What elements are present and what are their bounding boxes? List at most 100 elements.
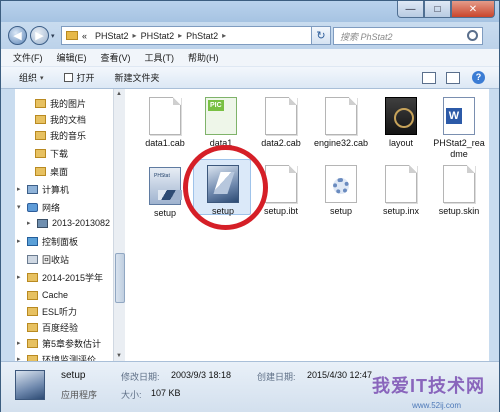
file-list: data1.cab PIC data1 data2.cab engine32.c… [127, 89, 489, 361]
nav-item-chapter5[interactable]: ▸ 第5章参数估计 [15, 335, 127, 351]
nav-item-network[interactable]: ▾ 网络 [15, 199, 127, 215]
back-button[interactable]: ◀ [8, 26, 27, 45]
preview-pane-icon[interactable] [446, 71, 460, 84]
folder-icon [35, 98, 46, 108]
breadcrumb-item[interactable]: PhStat2 [186, 31, 218, 41]
file-icon [265, 97, 297, 135]
layout-icon [385, 97, 417, 135]
expand-icon[interactable]: ▸ [27, 219, 35, 227]
breadcrumb-item[interactable]: PHStat2 [141, 31, 175, 41]
nav-item-label: 第5章参数估计 [42, 338, 102, 349]
breadcrumb-overflow[interactable]: « [82, 31, 87, 41]
expand-icon[interactable]: ▸ [17, 273, 25, 281]
nav-item-my-documents[interactable]: 我的文档 [15, 111, 127, 127]
window-controls: — □ ✕ [397, 1, 495, 18]
search-icon[interactable] [467, 30, 478, 41]
setup-app-icon [15, 370, 45, 400]
setup-image-icon [149, 167, 182, 205]
organize-label: 组织 [19, 73, 38, 83]
scroll-down-icon[interactable]: ▼ [116, 353, 122, 359]
title-bar: — □ ✕ [1, 1, 499, 22]
detail-size-label: 大小: [121, 390, 142, 400]
file-item[interactable]: layout [371, 97, 431, 149]
pc-icon [37, 218, 48, 228]
minimize-button[interactable]: — [397, 1, 424, 18]
close-button[interactable]: ✕ [451, 1, 495, 18]
nav-item-label: 2013-2013082 [52, 218, 111, 228]
nav-item-folder-2014[interactable]: ▸ 2014-2015学年 [15, 269, 127, 285]
search-input[interactable]: 搜索 PhStat2 [333, 27, 483, 45]
folder-icon [35, 148, 46, 158]
nav-item-my-music[interactable]: 我的音乐 [15, 127, 127, 143]
nav-item-network-pc[interactable]: ▸ 2013-2013082 [15, 215, 127, 231]
menu-tools[interactable]: 工具(T) [145, 51, 175, 64]
navigation-scrollbar[interactable]: ▲ ▼ [113, 89, 125, 361]
change-view-icon[interactable] [422, 71, 436, 84]
breadcrumb-separator[interactable]: ▸ [222, 31, 226, 40]
open-icon [63, 73, 73, 82]
nav-item-desktop[interactable]: 桌面 [15, 163, 127, 179]
menu-help[interactable]: 帮助(H) [188, 51, 219, 64]
file-item[interactable]: PHStat2_readme [429, 97, 489, 160]
expand-icon[interactable]: ▾ [17, 203, 25, 211]
file-icon [443, 165, 475, 203]
help-icon[interactable]: ? [472, 71, 485, 84]
file-item[interactable]: setup [311, 165, 371, 217]
nav-item-env[interactable]: ▸ 环境监测评价 [15, 351, 127, 361]
nav-item-label: 控制面板 [42, 236, 79, 247]
nav-item-esl[interactable]: ESL听力 [15, 303, 127, 319]
expand-icon[interactable]: ▸ [17, 185, 25, 193]
nav-item-label: 环境监测评价 [42, 354, 97, 362]
watermark-text: 我爱IT技术网 [372, 376, 485, 396]
menu-edit[interactable]: 编辑(E) [57, 51, 87, 64]
breadcrumb-separator[interactable]: ▸ [178, 31, 182, 40]
folder-icon [27, 338, 38, 348]
nav-item-baidu[interactable]: 百度经验 [15, 319, 127, 335]
file-item[interactable]: setup.inx [371, 165, 431, 217]
open-button[interactable]: 打开 [63, 71, 95, 84]
navigation-pane: 我的图片 我的文档 我的音乐 下载 桌面 ▸ 计算机 ▾ 网络 ▸ 2013-2013… [15, 89, 127, 361]
scroll-up-icon[interactable]: ▲ [116, 91, 122, 97]
breadcrumb-separator[interactable]: ▸ [133, 31, 137, 40]
file-item[interactable]: engine32.cab [311, 97, 371, 149]
file-item[interactable]: PIC data1 [191, 97, 251, 149]
nav-item-label: ESL听力 [42, 306, 78, 317]
forward-button[interactable]: ▶ [30, 26, 49, 45]
nav-item-control-panel[interactable]: ▸ 控制面板 [15, 233, 127, 249]
nav-item-downloads[interactable]: 下载 [15, 145, 127, 161]
refresh-button[interactable]: ↻ [311, 26, 331, 45]
menu-view[interactable]: 查看(V) [101, 51, 131, 64]
nav-item-label: 我的图片 [50, 98, 87, 109]
menu-file[interactable]: 文件(F) [13, 51, 43, 64]
word-document-icon [443, 97, 475, 135]
detail-modified-value: 2003/9/3 18:18 [171, 370, 232, 380]
folder-icon [35, 166, 46, 176]
file-name: engine32.cab [313, 138, 369, 148]
details-pane: setup 应用程序 修改日期: 2003/9/3 18:18 大小: 107 … [1, 361, 499, 412]
nav-item-cache[interactable]: Cache [15, 287, 127, 303]
nav-item-label: 计算机 [42, 184, 70, 195]
nav-item-label: 下载 [50, 148, 69, 159]
recent-pages-dropdown[interactable]: ▾ [51, 32, 55, 40]
nav-item-recycle-bin[interactable]: 回收站 [15, 251, 127, 267]
file-item[interactable]: data2.cab [251, 97, 311, 149]
maximize-button[interactable]: □ [424, 1, 451, 18]
control-panel-icon [27, 236, 38, 246]
organize-button[interactable]: 组织 ▾ [19, 71, 44, 84]
expand-icon[interactable]: ▸ [17, 237, 25, 245]
breadcrumb-item[interactable]: PHStat2 [95, 31, 129, 41]
file-item[interactable]: setup.skin [429, 165, 489, 217]
folder-icon [35, 130, 46, 140]
open-label: 打开 [76, 73, 95, 83]
detail-file-name: setup [61, 370, 86, 381]
nav-item-my-pictures[interactable]: 我的图片 [15, 95, 127, 111]
new-folder-button[interactable]: 新建文件夹 [115, 71, 160, 84]
address-bar[interactable]: « PHStat2 ▸ PHStat2 ▸ PhStat2 ▸ ▾ [61, 26, 323, 45]
expand-icon[interactable]: ▸ [17, 339, 25, 347]
scrollbar-thumb[interactable] [115, 253, 125, 303]
nav-item-label: 2014-2015学年 [42, 272, 104, 283]
file-item[interactable]: data1.cab [135, 97, 195, 149]
nav-item-computer[interactable]: ▸ 计算机 [15, 181, 127, 197]
explorer-window: — □ ✕ ◀ ▶ ▾ « PHStat2 ▸ PHStat2 ▸ PhStat… [0, 0, 500, 412]
highlight-circle [183, 145, 268, 230]
